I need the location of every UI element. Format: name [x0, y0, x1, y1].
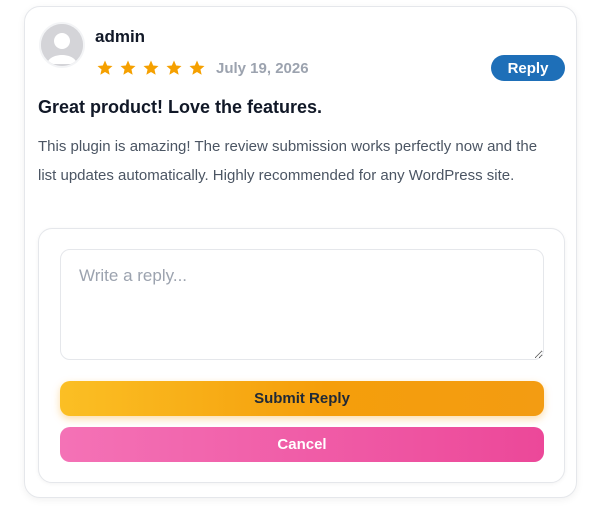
star-icon	[166, 60, 182, 75]
reply-textarea[interactable]	[60, 249, 544, 360]
rating-row: July 19, 2026	[96, 58, 309, 78]
review-title: Great product! Love the features.	[38, 97, 323, 117]
review-date: July 19, 2026	[216, 59, 309, 77]
star-icon	[120, 60, 136, 75]
reply-form: Submit Reply Cancel	[38, 228, 565, 483]
user-avatar-icon	[41, 24, 83, 66]
reply-button[interactable]: Reply	[491, 55, 565, 81]
cancel-button[interactable]: Cancel	[60, 427, 544, 462]
review-author: admin	[95, 27, 146, 46]
submit-reply-button[interactable]: Submit Reply	[60, 381, 544, 416]
star-rating	[96, 59, 211, 77]
star-icon	[189, 60, 205, 75]
star-icon	[97, 60, 113, 75]
star-icon	[143, 60, 159, 75]
review-card: admin July 19, 2026 Reply Great product!…	[24, 6, 577, 498]
review-body: This plugin is amazing! The review submi…	[38, 138, 538, 184]
